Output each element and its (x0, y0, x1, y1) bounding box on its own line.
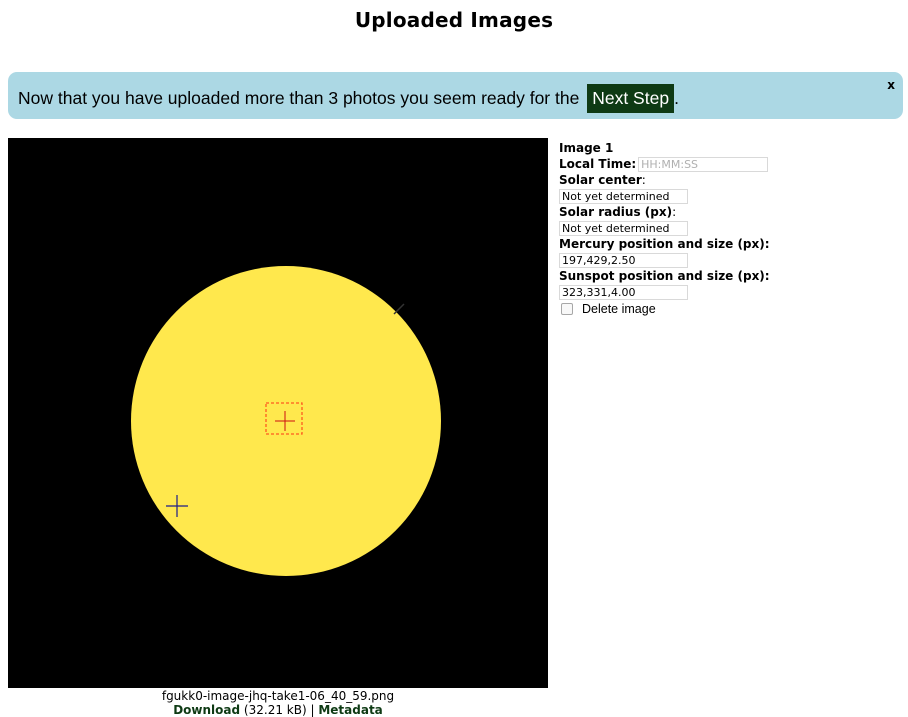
solar-radius-label: Solar radius (px) (559, 205, 673, 219)
banner-message: Now that you have uploaded more than 3 p… (18, 84, 679, 113)
solar-center-field[interactable]: Not yet determined (559, 189, 688, 204)
solar-image[interactable] (8, 138, 548, 688)
delete-image-row[interactable]: Delete image (559, 302, 899, 316)
page-title: Uploaded Images (354, 8, 554, 32)
local-time-label: Local Time: (559, 157, 637, 171)
metadata-link[interactable]: Metadata (318, 703, 382, 717)
banner-close-button[interactable]: x (887, 78, 895, 92)
banner-suffix: . (674, 88, 679, 108)
download-link[interactable]: Download (173, 703, 240, 717)
solar-image-canvas[interactable] (8, 138, 548, 688)
file-size: (32.21 kB) (243, 703, 307, 717)
sunspot-label: Sunspot position and size (px): (559, 269, 770, 283)
local-time-input[interactable]: HH:MM:SS (638, 157, 769, 172)
delete-image-checkbox[interactable] (561, 303, 573, 315)
image-filename: fgukk0-image-jhq-take1-06_40_59.png (161, 689, 395, 703)
solar-center-label: Solar center (559, 173, 642, 187)
solar-center-colon: : (641, 173, 646, 187)
caption-separator: | (310, 703, 315, 717)
solar-radius-colon: : (672, 205, 677, 219)
next-step-link[interactable]: Next Step (587, 84, 675, 113)
banner-text: Now that you have uploaded more than 3 p… (18, 88, 580, 108)
sunspot-field[interactable]: 323,331,4.00 (559, 285, 688, 300)
solar-radius-field[interactable]: Not yet determined (559, 221, 688, 236)
mercury-field[interactable]: 197,429,2.50 (559, 253, 688, 268)
image-caption: fgukk0-image-jhq-take1-06_40_59.png Down… (8, 689, 548, 717)
mercury-label: Mercury position and size (px): (559, 237, 770, 251)
delete-image-label[interactable]: Delete image (582, 302, 656, 316)
image-heading: Image 1 (559, 141, 614, 155)
image-metadata-panel: Image 1 Local Time: HH:MM:SS Solar center… (559, 140, 899, 316)
next-step-banner: Now that you have uploaded more than 3 p… (8, 72, 903, 119)
